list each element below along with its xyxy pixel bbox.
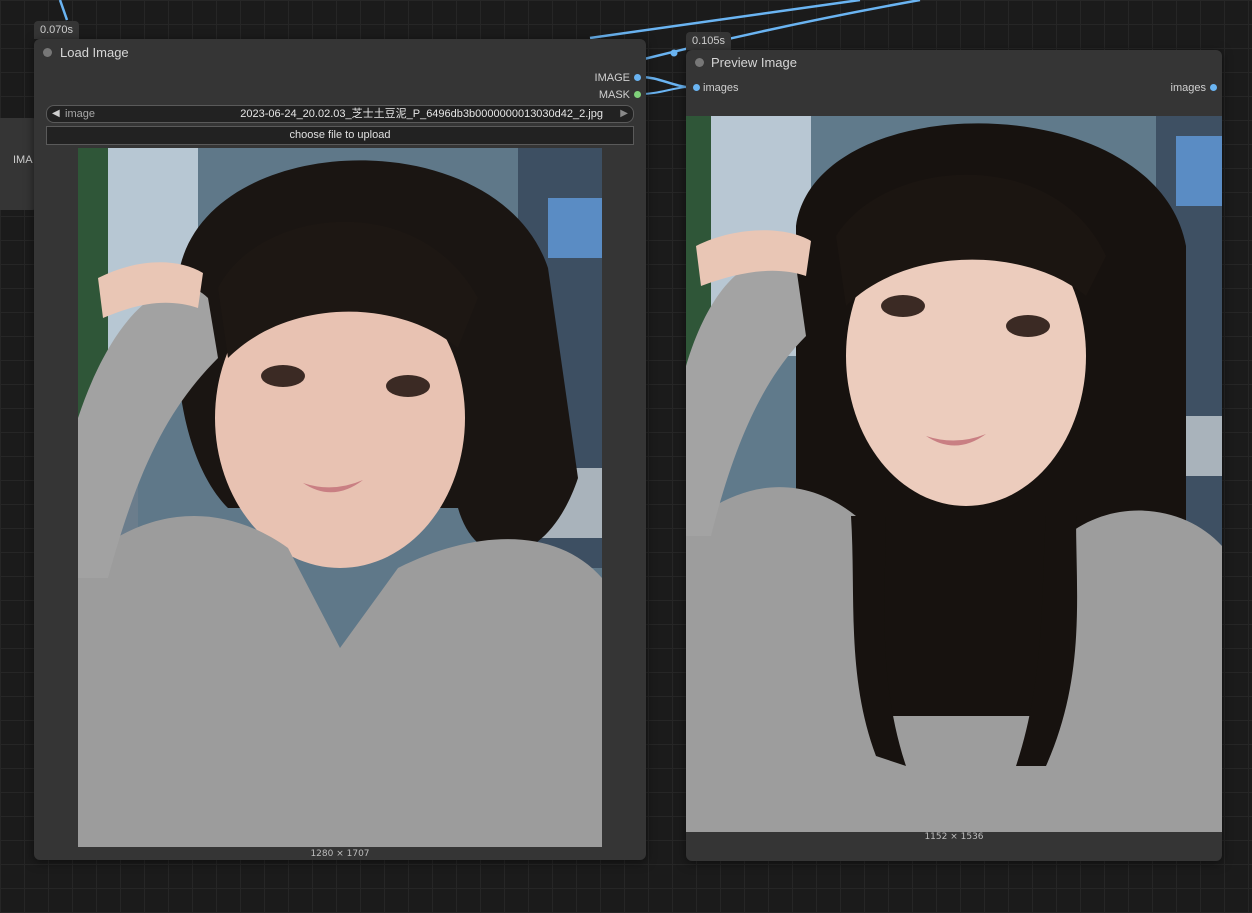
load-image-title: Load Image (60, 45, 129, 60)
offscreen-node[interactable]: IMA (0, 118, 38, 210)
image-widget-value: 2023-06-24_20.02.03_芝士土豆泥_P_6496db3b0000… (240, 108, 603, 120)
incoming-wire-left (58, 0, 69, 21)
preview-photo (686, 116, 1222, 832)
slot-dot-icon[interactable] (693, 84, 700, 91)
preview-image-title: Preview Image (711, 55, 797, 70)
preview-image-header[interactable]: Preview Image (686, 50, 1222, 77)
output-slot-mask[interactable]: MASK (598, 89, 641, 101)
output-label-image: IMAGE (594, 72, 630, 84)
input-label-images: images (703, 82, 739, 94)
output-label-mask: MASK (598, 89, 630, 101)
load-image-dimensions: 1280 × 1707 (310, 849, 370, 859)
image-widget-label: image (65, 108, 95, 120)
preview-image-node[interactable]: Preview Image images images 1152 × 1536 (686, 50, 1222, 861)
collapse-dot-icon[interactable] (43, 48, 52, 57)
output-slot-image[interactable]: IMAGE (594, 72, 641, 84)
loaded-photo (78, 148, 602, 847)
slot-dot-icon[interactable] (1210, 84, 1217, 91)
arrow-left-icon[interactable]: ◀ (52, 106, 60, 122)
preview-image-dimensions: 1152 × 1536 (924, 832, 984, 842)
arrow-right-icon[interactable]: ▶ (620, 106, 628, 122)
output-slot-images[interactable]: images (1170, 82, 1217, 94)
load-image-time-badge: 0.070s (34, 21, 80, 39)
reroute-dot (670, 49, 678, 57)
image-combo-widget[interactable]: ◀ image 2023-06-24_20.02.03_芝士土豆泥_P_6496… (46, 105, 634, 123)
load-image-node[interactable]: Load Image IMAGE MASK ◀ image 2023-06-24… (34, 39, 646, 860)
output-label-images: images (1170, 82, 1206, 94)
preview-image-time-badge: 0.105s (686, 32, 732, 50)
slot-dot-icon[interactable] (634, 91, 641, 98)
preview-photo-image (686, 116, 1222, 832)
upload-button[interactable]: choose file to upload (46, 126, 634, 145)
collapse-dot-icon[interactable] (695, 58, 704, 67)
slot-dot-icon[interactable] (634, 74, 641, 81)
offscreen-node-label: IMA (13, 154, 33, 166)
load-image-header[interactable]: Load Image (34, 39, 646, 66)
input-slot-images[interactable]: images (693, 82, 739, 94)
loaded-photo-image (78, 148, 602, 847)
